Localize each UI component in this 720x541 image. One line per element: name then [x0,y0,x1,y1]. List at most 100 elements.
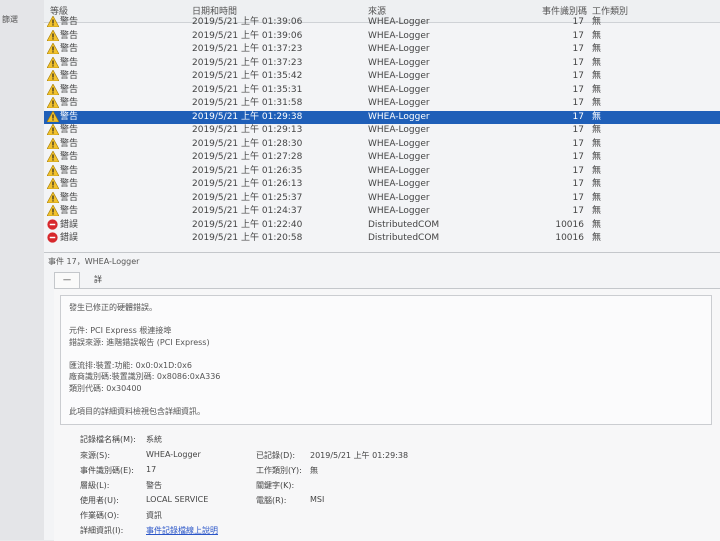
row-source: WHEA-Logger [368,44,430,54]
description-line: 發生已修正的硬體錯誤。 [69,303,157,312]
detail-header: 事件 17，WHEA-Logger [48,257,140,266]
row-level: 警告 [60,125,79,135]
row-level: 警告 [60,165,79,176]
row-task: 無 [592,30,602,41]
row-date: 2019/5/21 上午 01:20:58 [192,233,303,243]
table-row[interactable]: 錯誤 2019/5/21 上午 01:22:40 DistributedCOM 100… [44,218,720,233]
table-row[interactable]: 警告 2019/5/21 上午 01:29:13 WHEA-Logger 17 無 [44,123,720,138]
tab-details[interactable]: 詳細資料 [86,272,110,329]
row-source: WHEA-Logger [368,30,430,41]
description-line: 此項目的詳細資料檢視包含詳細資訊。 [69,406,205,416]
table-row[interactable]: 警告 2019/5/21 上午 01:25:37 WHEA-Logger 17 無 [44,190,720,206]
computer-label: 電腦(R): [256,496,287,505]
warning-icon [46,69,60,82]
event-id-label: 事件識別碼(E): [80,466,134,475]
row-source: WHEA-Logger [368,84,430,95]
row-task: 無 [592,219,602,230]
row-event-id: 17 [572,192,584,203]
tab-general[interactable]: 一般 [54,272,80,300]
row-date: 2019/5/21 上午 01:24:37 [192,206,303,216]
row-level: 警告 [60,206,79,216]
row-source: WHEA-Logger [368,152,430,162]
row-date: 2019/5/21 上午 01:31:58 [192,98,303,108]
row-level: 警告 [60,98,79,108]
row-date: 2019/5/21 上午 01:29:13 [192,125,303,135]
table-row[interactable]: 警告 2019/5/21 上午 01:35:42 WHEA-Logger 17 無 [44,69,720,84]
row-date: 2019/5/21 上午 01:26:13 [192,179,303,189]
row-date: 2019/5/21 上午 01:37:23 [192,44,303,54]
row-event-id: 17 [572,125,584,135]
row-date: 2019/5/21 上午 01:29:38 [192,111,303,122]
table-row[interactable]: 警告 2019/5/21 上午 01:37:23 WHEA-Logger 17 無 [44,42,720,57]
row-level: 錯誤 [60,219,79,230]
row-level: 警告 [60,179,79,189]
row-task: 無 [592,84,602,95]
row-source: WHEA-Logger [368,111,430,122]
row-source: WHEA-Logger [368,98,430,108]
table-row[interactable]: 警告 2019/5/21 上午 01:39:06 WHEA-Logger 17 無 [44,15,720,30]
warning-icon [46,42,60,55]
pane-divider[interactable] [44,252,720,253]
event-description: 發生已修正的硬體錯誤。 元件: PCI Express 根連接埠 錯誤來源: 進階錯… [60,295,712,425]
row-event-id: 17 [572,44,584,54]
opcode-value: 資訊 [146,511,162,520]
description-line: 類別代碼: 0x30400 [69,383,142,393]
row-task: 無 [592,233,602,243]
row-level: 警告 [60,44,79,54]
row-source: WHEA-Logger [368,138,430,149]
warning-icon [46,163,60,176]
row-task: 無 [592,138,602,149]
row-task: 無 [592,152,602,162]
table-row[interactable]: 警告 2019/5/21 上午 01:26:13 WHEA-Logger 17 無 [44,177,720,192]
more-info-label: 詳細資訊(I): [80,526,124,535]
warning-icon [46,150,60,163]
row-event-id: 17 [572,17,584,27]
log-name-label: 記錄檔名稱(M): [80,435,136,444]
row-event-id: 17 [572,206,584,216]
row-source: WHEA-Logger [368,206,430,216]
event-viewer-main: 等級 日期和時間 來源 事件識別碼 工作類別 警告 2019/5/21 上午 01… [44,0,720,541]
row-event-id: 17 [572,98,584,108]
computer-value: MSI [310,495,325,504]
task-label: 工作類別(Y): [256,466,302,475]
table-row[interactable]: 警告 2019/5/21 上午 01:29:38 WHEA-Logger 17 無 [44,109,720,124]
warning-icon [46,96,60,109]
table-row[interactable]: 警告 2019/5/21 上午 01:28:30 WHEA-Logger 17 無 [44,136,720,152]
row-level: 警告 [60,138,79,149]
table-row[interactable]: 警告 2019/5/21 上午 01:31:58 WHEA-Logger 17 無 [44,96,720,111]
row-task: 無 [592,125,602,135]
row-source: DistributedCOM [368,219,440,230]
row-level: 警告 [60,192,79,203]
row-level: 警告 [60,57,79,68]
source-label: 來源(S): [80,451,111,460]
row-source: DistributedCOM [368,233,440,243]
level-label: 層級(L): [80,481,110,490]
row-event-id: 17 [572,84,584,95]
row-event-id: 17 [572,57,584,68]
row-source: WHEA-Logger [368,192,430,203]
row-task: 無 [592,192,602,203]
row-task: 無 [592,57,602,68]
row-source: WHEA-Logger [368,57,430,68]
source-value: WHEA-Logger [146,450,201,459]
description-line: 廠商識別碼:裝置識別碼: 0x8086:0xA336 [69,372,221,381]
table-row[interactable]: 警告 2019/5/21 上午 01:26:35 WHEA-Logger 17 無 [44,163,720,179]
row-date: 2019/5/21 上午 01:25:37 [192,192,303,203]
table-row[interactable]: 警告 2019/5/21 上午 01:27:28 WHEA-Logger 17 無 [44,150,720,165]
level-value: 警告 [146,481,162,490]
table-row[interactable]: 警告 2019/5/21 上午 01:24:37 WHEA-Logger 17 無 [44,204,720,219]
table-row[interactable]: 警告 2019/5/21 上午 01:39:06 WHEA-Logger 17 無 [44,28,720,44]
warning-icon [46,15,60,28]
row-task: 無 [592,179,602,189]
filter-label: 篩選 [2,15,18,24]
online-help-link[interactable]: 事件記錄檔線上說明 [146,525,218,536]
table-row[interactable]: 警告 2019/5/21 上午 01:35:31 WHEA-Logger 17 無 [44,82,720,98]
table-row[interactable]: 錯誤 2019/5/21 上午 01:20:58 DistributedCOM 100… [44,232,720,246]
table-row[interactable]: 警告 2019/5/21 上午 01:37:23 WHEA-Logger 17 無 [44,55,720,71]
warning-icon [46,28,60,41]
task-value: 無 [310,466,318,475]
row-date: 2019/5/21 上午 01:22:40 [192,219,303,230]
keywords-label: 關鍵字(K): [256,481,295,490]
log-name-value: 系統 [146,435,162,444]
description-line: 錯誤來源: 進階錯誤報告 (PCI Express) [69,337,210,347]
